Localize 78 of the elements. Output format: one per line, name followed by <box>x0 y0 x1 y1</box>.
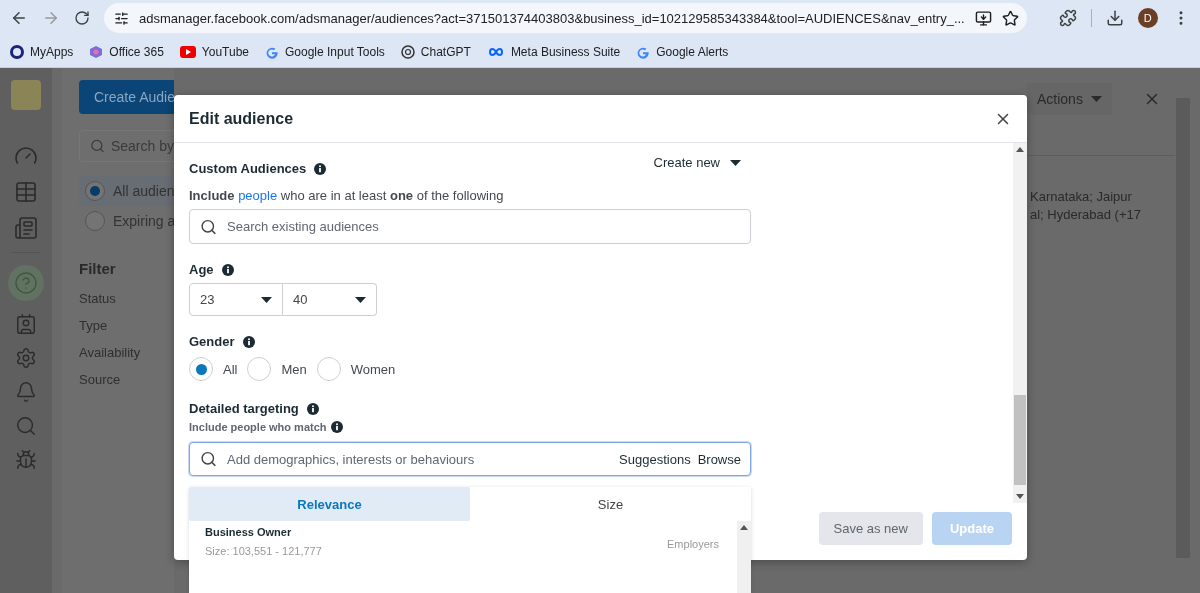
bell-icon[interactable] <box>15 381 37 403</box>
install-icon[interactable] <box>974 9 992 27</box>
scroll-down-icon[interactable] <box>1016 494 1024 499</box>
contact-card-icon[interactable] <box>15 313 37 335</box>
age-min-select[interactable]: 23 <box>189 283 283 316</box>
gender-option[interactable]: Women <box>316 357 396 381</box>
bookmark[interactable]: Meta Business Suite <box>486 44 621 59</box>
include-sentence: Include people who are in at least one of the following <box>189 188 505 203</box>
info-icon <box>242 335 255 348</box>
result-size: Size: 103,551 - 121,777 <box>205 545 322 557</box>
search-icon[interactable] <box>15 415 37 437</box>
scrollbar[interactable] <box>1013 143 1027 503</box>
download-icon[interactable] <box>1105 9 1124 27</box>
caret-icon <box>730 159 741 166</box>
gender-option[interactable]: All <box>189 357 238 381</box>
info-icon <box>314 162 327 175</box>
search-icon <box>200 218 217 235</box>
info-icon <box>306 402 319 415</box>
search-field[interactable]: Search existing audiences <box>189 209 751 244</box>
sort-tab[interactable]: Relevance <box>189 487 470 521</box>
help-icon[interactable] <box>8 265 44 301</box>
dialog-title: Edit audience <box>189 109 294 128</box>
bookmark[interactable]: YouTube <box>179 44 249 59</box>
hint-text: Include people who match <box>189 421 327 433</box>
bookmark[interactable]: ChatGPT <box>400 44 471 59</box>
location-text: Karnataka; Jaipur <box>1030 189 1133 204</box>
age-max-select[interactable]: 40 <box>283 283 377 316</box>
info-icon <box>330 421 343 433</box>
scrollbar[interactable] <box>737 521 751 593</box>
sort-tab[interactable]: Size <box>470 487 751 521</box>
forward-icon[interactable] <box>42 9 60 27</box>
table-icon[interactable] <box>14 180 38 204</box>
create-new-button[interactable]: Create new <box>653 155 751 170</box>
knot-logo-icon <box>400 44 415 59</box>
ring-icon <box>10 44 24 59</box>
infinity-logo-icon <box>486 45 505 58</box>
reload-icon[interactable] <box>74 10 90 26</box>
section-label: Detailed targeting <box>189 401 299 416</box>
settings-icon[interactable] <box>15 347 37 369</box>
filter-heading: Filter <box>79 260 117 277</box>
gender-option[interactable]: Men <box>247 357 307 381</box>
bookmark[interactable]: Office 365 <box>89 44 164 59</box>
result-category: Employers <box>667 538 719 552</box>
caret-icon <box>1090 96 1102 102</box>
bug-icon[interactable] <box>15 449 37 471</box>
document-icon[interactable] <box>14 216 38 240</box>
info-icon <box>221 263 234 276</box>
result-name[interactable]: Business Owner <box>205 526 322 538</box>
bookmark[interactable]: Google Alerts <box>636 44 729 59</box>
location-text: al; Hyderabad (+17 <box>1030 207 1142 222</box>
site-settings-icon[interactable] <box>114 10 129 26</box>
section-label: Gender <box>189 334 235 349</box>
bookmark[interactable]: MyApps <box>10 44 74 59</box>
profile-avatar[interactable]: D <box>1137 8 1158 28</box>
create-audience-button[interactable]: Create Audie <box>79 80 174 114</box>
star-icon[interactable] <box>1001 9 1019 27</box>
address-bar[interactable]: adsmanager.facebook.com/adsmanager/audiences?act=371501374403803&business_id=102129585343384&tool=AUDIENCES&nav_entry_... <box>104 3 1027 33</box>
puzzle-icon[interactable] <box>1058 9 1077 27</box>
radio-button[interactable] <box>85 181 105 201</box>
browse-link[interactable]: Browse <box>697 451 741 467</box>
bookmark[interactable]: Google Input Tools <box>265 44 385 59</box>
office-logo-icon <box>89 44 104 59</box>
play-logo-icon <box>179 45 196 58</box>
suggestions-link[interactable]: Suggestions <box>619 451 691 467</box>
scroll-up-icon[interactable] <box>1016 147 1024 152</box>
search-icon <box>90 138 105 154</box>
scroll-up-icon[interactable] <box>740 525 748 530</box>
back-icon[interactable] <box>10 9 28 27</box>
save-as-new-button[interactable]: Save as new <box>818 512 923 545</box>
section-label: Age <box>189 262 214 277</box>
url-text: adsmanager.facebook.com/adsmanager/audiences?act=371501374403803&business_id=102129585343384&tool=AUDIENCES&nav_entry_... <box>139 10 965 26</box>
caret-icon <box>261 296 272 303</box>
search-icon <box>200 450 217 468</box>
caret-icon <box>355 296 366 303</box>
section-label: Custom Audiences <box>189 161 307 176</box>
scrollbar-thumb[interactable] <box>1014 395 1026 485</box>
radio-button[interactable] <box>85 211 105 231</box>
people-link[interactable]: people <box>238 188 278 203</box>
